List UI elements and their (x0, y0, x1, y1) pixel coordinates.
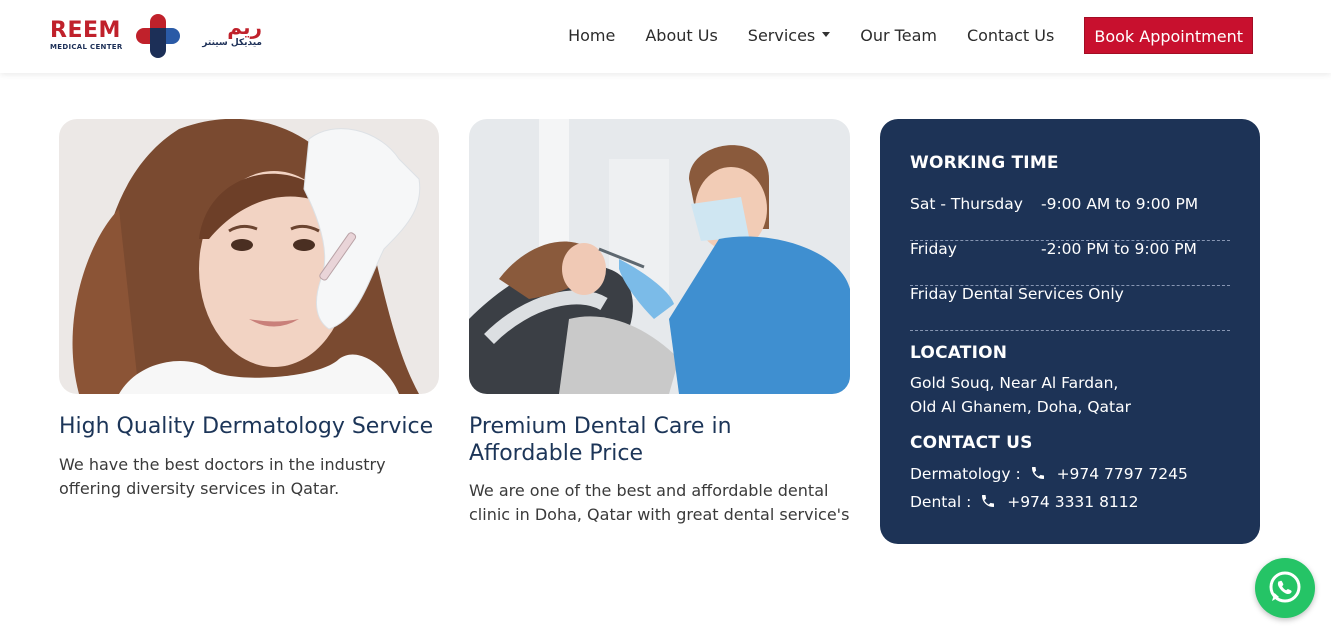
location-heading: LOCATION (910, 343, 1008, 363)
contact-heading: CONTACT US (910, 433, 1033, 453)
brand-logo[interactable]: REEM MEDICAL CENTER ريم ميديكل سينتر (50, 14, 262, 58)
dental-image (469, 119, 850, 394)
book-appointment-button[interactable]: Book Appointment (1084, 17, 1253, 54)
navbar: REEM MEDICAL CENTER ريم ميديكل سينتر Hom… (0, 0, 1331, 73)
nav-services[interactable]: Services (747, 26, 831, 45)
dental-text-line1: We are one of the best and affordable de… (469, 481, 829, 500)
hours-day: Sat - Thursday (910, 195, 1023, 213)
dermatology-image (59, 119, 439, 394)
hours-day: Friday (910, 240, 957, 258)
dermatology-title: High Quality Dermatology Service (59, 414, 434, 439)
nav-contact-us[interactable]: Contact Us (967, 26, 1054, 45)
nav-our-team[interactable]: Our Team (860, 26, 937, 45)
dental-title-line1: Premium Dental Care in (469, 414, 732, 439)
logo-subtitle-en: MEDICAL CENTER (50, 43, 123, 51)
dental-title: Premium Dental Care in Affordable Price (469, 413, 732, 467)
contact-row-dental: Dental : +974 3331 8112 (910, 490, 1139, 514)
hours-time: -9:00 AM to 9:00 PM (1041, 195, 1199, 213)
phone-icon (982, 495, 995, 507)
whatsapp-chat-button[interactable] (1255, 558, 1315, 618)
info-panel: WORKING TIME Sat - Thursday -9:00 AM to … (880, 119, 1260, 544)
whatsapp-icon (1269, 571, 1301, 603)
dental-title-line2: Affordable Price (469, 441, 644, 466)
hours-time: -2:00 PM to 9:00 PM (1041, 240, 1197, 258)
hours-row: Friday -2:00 PM to 9:00 PM (910, 240, 1230, 286)
main-nav: Home About Us Services Our Team Contact … (568, 17, 1253, 54)
phone-icon (1031, 467, 1044, 479)
dental-text: We are one of the best and affordable de… (469, 479, 849, 527)
hours-note-row: Friday Dental Services Only (910, 285, 1230, 331)
logo-english: REEM MEDICAL CENTER (50, 18, 123, 52)
logo-name-ar: ريم (227, 15, 262, 39)
contact-label: Dental : (910, 493, 972, 511)
woman-face-illustration (59, 119, 439, 394)
logo-name-en: REEM (50, 18, 121, 43)
dental-text-line2: clinic in Doha, Qatar with great dental … (469, 505, 850, 524)
dermatology-text-line1: We have the best doctors in the industry (59, 455, 386, 474)
logo-cross-mark (136, 14, 180, 58)
logo-subtitle-ar: ميديكل سينتر (202, 38, 262, 48)
dermatology-phone-link[interactable]: +974 7797 7245 (1057, 465, 1188, 483)
dental-phone-link[interactable]: +974 3331 8112 (1007, 493, 1138, 511)
working-time-heading: WORKING TIME (910, 153, 1059, 173)
address: Gold Souq, Near Al Fardan, Old Al Ghanem… (910, 371, 1131, 419)
address-line2: Old Al Ghanem, Doha, Qatar (910, 398, 1131, 416)
nav-home[interactable]: Home (568, 26, 615, 45)
dental-friday-note: Friday Dental Services Only (910, 285, 1124, 303)
contact-row-dermatology: Dermatology : +974 7797 7245 (910, 462, 1188, 486)
contact-label: Dermatology : (910, 465, 1021, 483)
dentist-illustration (469, 119, 850, 394)
dermatology-text-line2: offering diversity services in Qatar. (59, 479, 340, 498)
nav-services-label: Services (747, 26, 816, 45)
nav-about-us[interactable]: About Us (645, 26, 717, 45)
logo-arabic: ريم ميديكل سينتر (192, 16, 262, 48)
caret-down-icon (822, 32, 831, 37)
hours-row: Sat - Thursday -9:00 AM to 9:00 PM (910, 195, 1230, 241)
dermatology-text: We have the best doctors in the industry… (59, 453, 386, 501)
address-line1: Gold Souq, Near Al Fardan, (910, 374, 1119, 392)
